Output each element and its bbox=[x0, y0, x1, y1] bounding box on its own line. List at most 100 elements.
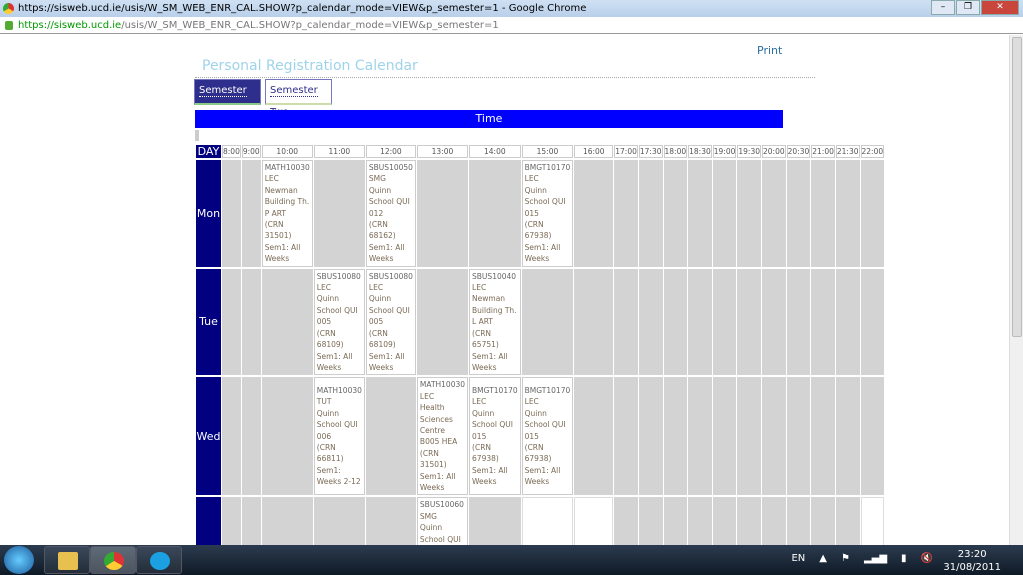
class-line: BMGT10170 bbox=[524, 163, 571, 172]
address-bar[interactable]: https://sisweb.ucd.ie/usis/W_SM_WEB_ENR_… bbox=[0, 17, 1023, 34]
skype-taskbar-button[interactable] bbox=[136, 546, 182, 574]
free-slot bbox=[638, 377, 663, 496]
chrome-icon bbox=[104, 552, 124, 570]
class-line: Sem1: All Weeks bbox=[419, 471, 456, 492]
power-icon[interactable]: ▮ bbox=[901, 553, 907, 564]
explorer-taskbar-button[interactable] bbox=[44, 546, 90, 574]
time-slot-header: 8:00 bbox=[222, 145, 241, 158]
time-slot-header: 19:30 bbox=[737, 145, 761, 158]
clock[interactable]: 23:20 31/08/2011 bbox=[943, 548, 1001, 574]
show-hidden-icons[interactable]: ▲ bbox=[819, 553, 827, 564]
free-slot bbox=[737, 377, 761, 496]
network-icon[interactable]: ▂▄▆ bbox=[864, 553, 887, 564]
class-line: SMG bbox=[368, 174, 386, 184]
free-slot bbox=[469, 160, 521, 267]
free-slot bbox=[786, 268, 811, 376]
class-entry[interactable]: SBUS10040 LEC Newman Building Th. L ART (CR… bbox=[469, 268, 521, 376]
free-slot bbox=[574, 160, 614, 267]
url-path: /usis/W_SM_WEB_ENR_CAL.SHOW?p_calendar_m… bbox=[121, 20, 499, 31]
class-entry[interactable]: MATH10030 TUT Quinn School QUI 006 (CRN 668… bbox=[313, 377, 365, 496]
volume-muted-icon[interactable]: 🔇 bbox=[921, 553, 933, 564]
free-slot bbox=[737, 160, 761, 267]
day-label: Tue bbox=[196, 268, 221, 376]
class-line: Quinn School QUI 005 bbox=[316, 294, 358, 327]
flag-icon[interactable]: ⚑ bbox=[841, 553, 850, 564]
free-slot bbox=[688, 268, 712, 376]
class-line: LEC bbox=[472, 397, 487, 407]
free-slot bbox=[313, 160, 365, 267]
free-slot bbox=[222, 268, 241, 376]
free-slot bbox=[762, 268, 786, 376]
class-line: SBUS10040 bbox=[472, 271, 517, 281]
maximize-button[interactable]: ❐ bbox=[956, 0, 980, 15]
scrollbar-thumb[interactable] bbox=[1012, 37, 1022, 337]
class-line: (CRN 67938) bbox=[524, 443, 552, 464]
free-slot bbox=[811, 160, 835, 267]
class-line: Quinn School QUI 005 bbox=[368, 294, 410, 327]
class-line: SBUS10050 bbox=[368, 163, 413, 172]
free-slot bbox=[786, 377, 811, 496]
class-line: (CRN 68162) bbox=[368, 220, 396, 241]
minimize-button[interactable]: – bbox=[931, 0, 955, 15]
class-entry[interactable]: SBUS10050 SMG Quinn School QUI 012 (CRN 681… bbox=[365, 160, 416, 267]
free-slot bbox=[860, 377, 885, 496]
class-line: Sem1: Weeks 2-12 bbox=[316, 465, 361, 487]
time-slot-header: 21:00 bbox=[811, 145, 835, 158]
day-header: DAY bbox=[196, 145, 221, 158]
free-slot bbox=[222, 377, 241, 496]
time-slot-header: 17:00 bbox=[614, 145, 638, 158]
class-line: LEC bbox=[368, 283, 384, 293]
class-line: MATH10030 bbox=[264, 163, 310, 172]
class-line: Sem1: All Weeks bbox=[524, 242, 561, 264]
time-slot-header: 21:30 bbox=[835, 145, 860, 158]
class-line: (CRN 66811) bbox=[316, 443, 344, 464]
class-line: Sem1: All Weeks bbox=[472, 351, 508, 372]
free-slot bbox=[638, 160, 663, 267]
free-slot bbox=[762, 377, 786, 496]
class-line: SMG bbox=[419, 511, 437, 521]
time-slot-header: 9:00 bbox=[241, 145, 261, 158]
free-slot bbox=[663, 377, 688, 496]
class-line: (CRN 67938) bbox=[472, 443, 499, 464]
class-entry[interactable]: SBUS10080 LEC Quinn School QUI 005 (CRN 681… bbox=[313, 268, 365, 376]
start-button[interactable] bbox=[4, 546, 34, 574]
free-slot bbox=[241, 268, 261, 376]
free-slot bbox=[574, 377, 614, 496]
free-slot bbox=[614, 268, 638, 376]
class-line: LEC bbox=[264, 174, 279, 184]
system-tray: EN ▲ ⚑ ▂▄▆ ▮ 🔇 bbox=[791, 553, 933, 564]
class-entry[interactable]: BMGT10170 LEC Quinn School QUI 015 (CRN 679… bbox=[521, 377, 574, 496]
free-slot bbox=[712, 160, 737, 267]
chrome-taskbar-button[interactable] bbox=[90, 546, 136, 574]
spacer bbox=[195, 130, 199, 141]
class-entry[interactable]: BMGT10170 LEC Quinn School QUI 015 (CRN 679… bbox=[521, 160, 574, 267]
time-header: Time bbox=[195, 110, 783, 128]
tab-semester-one[interactable]: Semester One bbox=[194, 79, 261, 119]
time-slot-header: 14:00 bbox=[469, 145, 521, 158]
class-line: Sem1: All Weeks bbox=[368, 242, 405, 264]
class-entry[interactable]: MATH10030 LEC Health Sciences Centre B005 … bbox=[416, 377, 469, 496]
scrollbar[interactable] bbox=[1009, 35, 1023, 545]
close-button[interactable]: ✕ bbox=[981, 0, 1019, 15]
language-indicator[interactable]: EN bbox=[791, 553, 805, 564]
class-line: SBUS10080 bbox=[316, 271, 361, 281]
class-line: (CRN 67938) bbox=[524, 220, 552, 241]
time-slot-header: 10:00 bbox=[261, 145, 313, 158]
class-line: LEC bbox=[419, 391, 435, 401]
free-slot bbox=[762, 160, 786, 267]
time-slot-header: 17:30 bbox=[638, 145, 663, 158]
class-line: Sem1: All Weeks bbox=[316, 351, 353, 372]
class-line: TUT bbox=[316, 397, 332, 407]
class-line: Quinn School QUI 015 bbox=[524, 185, 566, 218]
lock-icon bbox=[5, 21, 13, 30]
free-slot bbox=[712, 377, 737, 496]
class-entry[interactable]: SBUS10080 LEC Quinn School QUI 005 (CRN 681… bbox=[365, 268, 416, 376]
free-slot bbox=[241, 377, 261, 496]
class-line: LEC bbox=[524, 174, 539, 184]
tab-semester-two[interactable]: Semester Two bbox=[265, 79, 332, 119]
free-slot bbox=[786, 160, 811, 267]
class-entry[interactable]: MATH10030 LEC Newman Building Th. P ART (CR… bbox=[261, 160, 313, 267]
class-entry[interactable]: BMGT10170 LEC Quinn School QUI 015 (CRN 679… bbox=[469, 377, 521, 496]
print-link[interactable]: Print bbox=[757, 44, 782, 57]
free-slot bbox=[663, 160, 688, 267]
